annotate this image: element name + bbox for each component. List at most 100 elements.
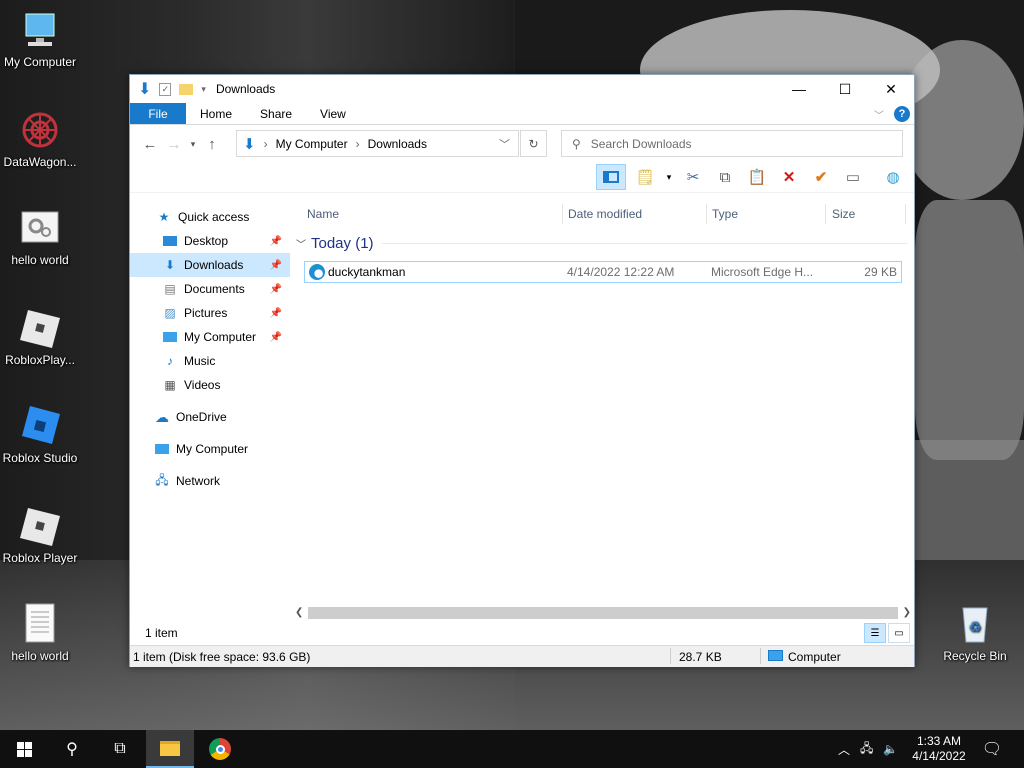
scroll-right-icon[interactable]: ❯ — [903, 607, 911, 618]
forward-button[interactable]: → — [162, 136, 186, 153]
customize-toolbar-icon[interactable]: ▾ — [201, 84, 206, 95]
maximize-button[interactable]: ☐ — [822, 75, 868, 103]
desktop-icon-label: DataWagon... — [3, 155, 77, 169]
nav-label: Network — [176, 474, 221, 488]
tab-file[interactable]: File — [130, 103, 186, 124]
pin-icon[interactable]: 📌 — [270, 260, 282, 271]
download-arrow-icon: ⬇ — [243, 135, 256, 153]
taskbar-file-explorer[interactable] — [146, 730, 194, 768]
nav-music[interactable]: ♪ Music — [130, 349, 290, 373]
nav-label: Quick access — [178, 210, 250, 224]
desktop-icon-robloxplayer[interactable]: RobloxPlay... — [0, 306, 80, 367]
folder-icon — [160, 740, 180, 756]
chevron-up-icon[interactable]: ︿ — [838, 741, 850, 758]
clock[interactable]: 1:33 AM 4/14/2022 — [906, 730, 972, 768]
desktop-icon-hello-world-1[interactable]: hello world — [0, 206, 80, 267]
clock-time: 1:33 AM — [916, 734, 962, 748]
nav-my-computer-quick[interactable]: My Computer 📌 — [130, 325, 290, 349]
column-name[interactable]: Name — [307, 207, 339, 221]
notification-icon: 🗨 — [981, 741, 1003, 758]
dropdown-icon[interactable]: ▾ — [662, 166, 676, 188]
table-row[interactable]: duckytankman 4/14/2022 12:22 AM Microsof… — [304, 261, 902, 283]
preview-pane-icon[interactable] — [596, 164, 626, 190]
text-file-icon — [18, 602, 62, 646]
start-button[interactable] — [0, 730, 48, 768]
scroll-left-icon[interactable]: ❮ — [295, 607, 303, 618]
copy-icon[interactable]: ⧉ — [714, 166, 736, 188]
nav-downloads[interactable]: ⬇ Downloads 📌 — [130, 253, 290, 277]
back-button[interactable]: ← — [138, 136, 162, 153]
nav-quick-access[interactable]: ★ Quick access — [130, 205, 290, 229]
explorer-window: ⬇ ✓ ▾ Downloads — ☐ ✕ File Home Share Vi… — [129, 74, 915, 667]
properties-icon[interactable]: 🗒 — [634, 166, 656, 188]
computer-icon — [162, 329, 178, 345]
rename-field-icon[interactable]: ▭ — [842, 166, 864, 188]
desktop-icon-datawagon[interactable]: DataWagon... — [0, 108, 80, 169]
expand-ribbon-icon[interactable]: ﹀ — [874, 107, 884, 122]
up-button[interactable]: ↑ — [200, 136, 224, 153]
address-dropdown-icon[interactable]: ﹀ — [499, 136, 510, 152]
large-icons-view-icon[interactable]: ▭ — [888, 623, 910, 643]
command-toolbar: 🗒 ▾ ✂ ⧉ 📋 ✕ ✔ ▭ ◍ — [130, 163, 914, 193]
taskbar-chrome[interactable] — [196, 730, 244, 768]
desktop-icon-roblox-player[interactable]: Roblox Player — [0, 504, 80, 565]
cut-icon[interactable]: ✂ — [682, 166, 704, 188]
group-header-today[interactable]: ﹀ Today (1) — [296, 235, 908, 252]
desktop-icon-label: hello world — [11, 649, 69, 663]
pin-icon[interactable]: 📌 — [270, 308, 282, 319]
close-button[interactable]: ✕ — [868, 75, 914, 103]
delete-icon[interactable]: ✕ — [778, 166, 800, 188]
breadcrumb-my-computer[interactable]: My Computer — [276, 137, 348, 151]
details-view-icon[interactable]: ☰ — [864, 623, 886, 643]
pin-icon[interactable]: 📌 — [270, 284, 282, 295]
breadcrumb-separator: › — [355, 136, 360, 151]
volume-icon[interactable]: 🔈 — [883, 742, 898, 756]
column-size[interactable]: Size — [832, 207, 855, 221]
search-icon: ⚲ — [66, 741, 78, 758]
breadcrumb-downloads[interactable]: Downloads — [368, 137, 427, 151]
nav-documents[interactable]: ▤ Documents 📌 — [130, 277, 290, 301]
nav-my-computer[interactable]: My Computer — [130, 437, 290, 461]
column-type[interactable]: Type — [712, 207, 738, 221]
address-bar-row: ← → ▾ ↑ ⬇ › My Computer › Downloads ﹀ ↻ … — [130, 125, 914, 163]
recent-locations-button[interactable]: ▾ — [186, 139, 200, 150]
pin-icon[interactable]: 📌 — [270, 236, 282, 247]
address-box[interactable]: ⬇ › My Computer › Downloads ﹀ — [236, 130, 519, 157]
desktop-icon-hello-world-2[interactable]: hello world — [0, 602, 80, 663]
nav-label: My Computer — [184, 330, 257, 344]
desktop-icon-my-computer[interactable]: My Computer — [0, 8, 80, 69]
globe-icon[interactable]: ◍ — [882, 166, 904, 188]
paste-icon[interactable]: 📋 — [746, 166, 768, 188]
nav-onedrive[interactable]: ☁ OneDrive — [130, 405, 290, 429]
column-headers: Name Date modified Type Size — [292, 201, 914, 227]
desktop-icon-recycle-bin[interactable]: ♻ Recycle Bin — [935, 602, 1015, 663]
scroll-thumb[interactable] — [308, 606, 898, 619]
column-date-modified[interactable]: Date modified — [568, 207, 642, 221]
network-icon[interactable]: 🖧 — [860, 739, 873, 760]
network-icon: 🖧 — [155, 472, 169, 487]
nav-pictures[interactable]: ▨ Pictures 📌 — [130, 301, 290, 325]
minimize-button[interactable]: — — [776, 75, 822, 103]
tab-view[interactable]: View — [306, 103, 360, 124]
tab-home[interactable]: Home — [186, 103, 246, 124]
system-tray: ︿ 🖧 🔈 — [838, 730, 898, 768]
new-folder-icon[interactable] — [179, 83, 194, 95]
notifications-button[interactable]: 🗨 — [968, 730, 1016, 768]
properties-icon[interactable]: ✓ — [159, 82, 172, 96]
tab-share[interactable]: Share — [246, 103, 306, 124]
nav-network[interactable]: 🖧 Network — [130, 469, 290, 493]
nav-desktop[interactable]: Desktop 📌 — [130, 229, 290, 253]
status-bar: 1 item (Disk free space: 93.6 GB) 28.7 K… — [130, 645, 914, 667]
desktop-icon-roblox-studio[interactable]: Roblox Studio — [0, 404, 80, 465]
help-icon[interactable]: ? — [894, 106, 910, 122]
pin-icon[interactable]: 📌 — [270, 332, 282, 343]
nav-videos[interactable]: ▦ Videos — [130, 373, 290, 397]
nav-label: OneDrive — [176, 410, 227, 424]
horizontal-scrollbar[interactable]: ❮ ❯ — [292, 604, 914, 621]
search-input[interactable]: ⚲ Search Downloads — [561, 130, 903, 157]
rename-check-icon[interactable]: ✔ — [810, 166, 832, 188]
search-button[interactable]: ⚲ — [48, 730, 96, 768]
task-view-button[interactable]: ⧉ — [96, 730, 144, 768]
roblox-studio-icon — [18, 404, 62, 448]
refresh-button[interactable]: ↻ — [520, 130, 547, 157]
